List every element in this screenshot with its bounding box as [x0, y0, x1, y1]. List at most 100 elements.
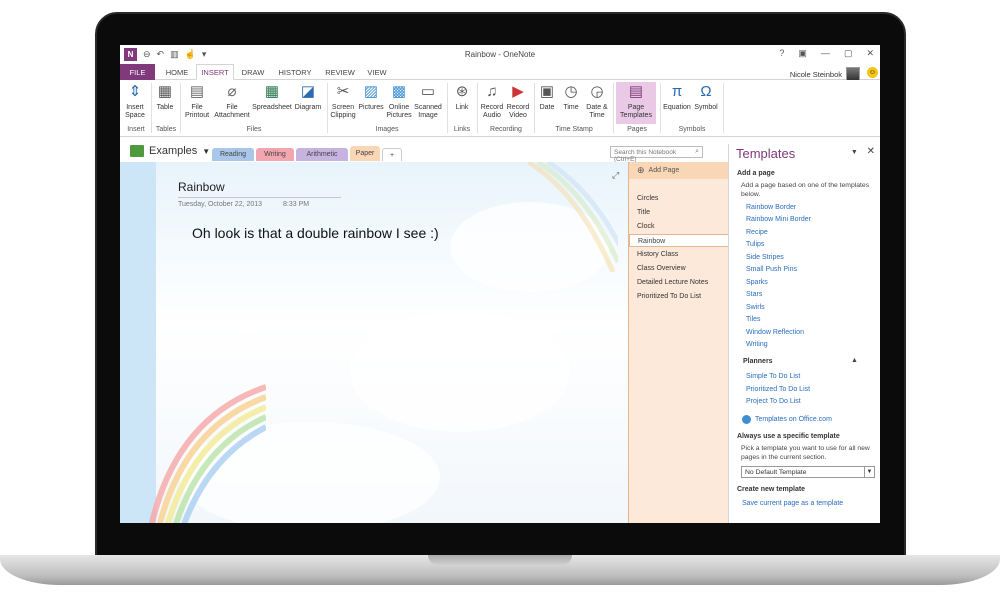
planner-project-to-do-list[interactable]: Project To Do List — [746, 398, 801, 405]
notebook-selector[interactable]: Examples ▼ — [130, 145, 210, 157]
template-writing[interactable]: Writing — [746, 341, 768, 348]
date-button[interactable]: ▣ Date — [536, 82, 558, 112]
group-images: Images — [375, 126, 399, 133]
close-icon[interactable]: ✕ — [866, 48, 874, 59]
tab-view[interactable]: VIEW — [362, 64, 392, 80]
time-label: Time — [563, 104, 579, 111]
tab-review[interactable]: REVIEW — [320, 64, 360, 80]
diagram-icon: ◪ — [300, 83, 316, 100]
close-icon[interactable]: ✕ — [867, 146, 875, 157]
tab-file[interactable]: FILE — [120, 64, 155, 80]
record-video-button[interactable]: ▶ Record Video — [505, 82, 531, 120]
page-canvas[interactable]: Rainbow Tuesday, October 22, 2013 8:33 P… — [120, 162, 628, 523]
page-item-prioritized-to-do-list[interactable]: Prioritized To Do List — [629, 290, 729, 303]
add-page-label: Add Page — [648, 167, 680, 174]
add-section-button[interactable]: + — [382, 148, 402, 161]
record-audio-button[interactable]: ♫ Record Audio — [479, 82, 505, 120]
screen-clipping-label: Screen Clipping — [330, 104, 356, 119]
template-tiles[interactable]: Tiles — [746, 316, 761, 323]
diagram-button[interactable]: ◪ Diagram — [292, 82, 324, 112]
default-template-select[interactable]: No Default Template ▼ — [741, 466, 875, 478]
pictures-icon: ▨ — [363, 83, 379, 100]
page-templates-button[interactable]: ▤ Page Templates — [616, 82, 656, 124]
file-printout-label: File Printout — [184, 104, 210, 119]
tab-insert[interactable]: INSERT — [196, 64, 234, 80]
create-template-heading: Create new template — [737, 486, 806, 493]
template-rainbow-mini-border[interactable]: Rainbow Mini Border — [746, 216, 811, 223]
equation-button[interactable]: π Equation — [662, 82, 692, 112]
user-name: Nicole Steinbok — [789, 69, 842, 79]
search-placeholder: Search this Notebook (Ctrl+E) — [614, 149, 677, 163]
template-swirls[interactable]: Swirls — [746, 304, 765, 311]
page-title[interactable]: Rainbow — [178, 180, 225, 194]
planners-heading[interactable]: Planners — [743, 358, 773, 365]
screen-clipping-button[interactable]: ✂ Screen Clipping — [329, 82, 357, 120]
search-input[interactable]: Search this Notebook (Ctrl+E) ⌕ — [610, 146, 703, 163]
chevron-up-icon[interactable]: ▲ — [851, 357, 858, 364]
page-item-title[interactable]: Title — [629, 206, 729, 219]
pictures-button[interactable]: ▨ Pictures — [357, 82, 385, 112]
template-window-reflection[interactable]: Window Reflection — [746, 329, 804, 336]
online-pictures-button[interactable]: ▩ Online Pictures — [385, 82, 413, 120]
template-stars[interactable]: Stars — [746, 291, 762, 298]
group-insert: Insert — [127, 126, 145, 133]
template-side-stripes[interactable]: Side Stripes — [746, 254, 784, 261]
spreadsheet-button[interactable]: ▦ Spreadsheet — [252, 82, 292, 112]
feedback-smiley-icon[interactable]: ☺ — [867, 67, 878, 78]
default-template-value: No Default Template — [745, 469, 807, 476]
symbol-button[interactable]: Ω Symbol — [692, 82, 720, 112]
chevron-down-icon: ▼ — [864, 467, 874, 477]
planner-prioritized-to-do-list[interactable]: Prioritized To Do List — [746, 386, 810, 393]
window-title: Rainbow - OneNote — [464, 50, 536, 59]
file-attachment-button[interactable]: ⌀ File Attachment — [212, 82, 252, 120]
plus-circle-icon: ⊕ — [637, 165, 645, 175]
omega-icon: Ω — [700, 83, 712, 100]
help-icon[interactable]: ? — [779, 48, 784, 59]
equation-label: Equation — [663, 104, 691, 111]
group-time-stamp: Time Stamp — [555, 126, 593, 133]
save-as-template-link[interactable]: Save current page as a template — [742, 500, 843, 507]
templates-office-link[interactable]: Templates on Office.com — [755, 416, 832, 423]
full-page-view-icon[interactable]: ⤢ — [612, 170, 619, 181]
spreadsheet-icon: ▦ — [264, 83, 280, 100]
scanned-image-label: Scanned Image — [414, 104, 442, 119]
tab-history[interactable]: HISTORY — [272, 64, 318, 80]
template-small-push-pins[interactable]: Small Push Pins — [746, 266, 797, 273]
template-rainbow-border[interactable]: Rainbow Border — [746, 204, 796, 211]
page-item-clock[interactable]: Clock — [629, 220, 729, 233]
file-printout-button[interactable]: ▤ File Printout — [182, 82, 212, 120]
minimize-icon[interactable]: — — [821, 48, 830, 59]
user-account[interactable]: Nicole Steinbok — [790, 67, 860, 81]
pane-controls: ▼ ✕ — [851, 146, 875, 157]
page-item-detailed-lecture-notes[interactable]: Detailed Lecture Notes — [629, 276, 729, 289]
time-button[interactable]: ◷ Time — [560, 82, 582, 112]
add-page-button[interactable]: ⊕ Add Page — [629, 162, 729, 179]
pi-icon: π — [671, 83, 683, 100]
record-video-label: Record Video — [506, 104, 530, 119]
section-tab-paper[interactable]: Paper — [350, 146, 380, 161]
page-item-rainbow[interactable]: Rainbow — [629, 234, 729, 247]
tab-home[interactable]: HOME — [158, 64, 196, 80]
tab-draw[interactable]: DRAW — [236, 64, 270, 80]
scanned-image-button[interactable]: ▭ Scanned Image — [413, 82, 443, 120]
link-button[interactable]: ⊛ Link — [450, 82, 474, 112]
group-files: Files — [246, 126, 262, 133]
page-item-class-overview[interactable]: Class Overview — [629, 262, 729, 275]
template-recipe[interactable]: Recipe — [746, 229, 768, 236]
template-tulips[interactable]: Tulips — [746, 241, 764, 248]
date-time-button[interactable]: ◶ Date & Time — [584, 82, 610, 120]
insert-space-button[interactable]: ⇕ Insert Space — [122, 82, 148, 120]
maximize-icon[interactable]: ▢ — [844, 48, 853, 59]
pane-options-icon[interactable]: ▼ — [851, 149, 858, 156]
table-button[interactable]: ▦ Table — [153, 82, 177, 112]
planner-simple-to-do-list[interactable]: Simple To Do List — [746, 373, 800, 380]
always-use-description: Pick a template you want to use for all … — [741, 445, 870, 461]
section-tab-reading[interactable]: Reading — [212, 148, 254, 161]
page-item-circles[interactable]: Circles — [629, 192, 729, 205]
section-tab-writing[interactable]: Writing — [256, 148, 294, 161]
ribbon-display-icon[interactable]: ▣ — [798, 48, 807, 59]
page-item-history-class[interactable]: History Class — [629, 248, 729, 261]
note-text[interactable]: Oh look is that a double rainbow I see :… — [192, 225, 439, 241]
section-tab-arithmetic[interactable]: Arithmetic — [296, 148, 348, 161]
template-sparks[interactable]: Sparks — [746, 279, 768, 286]
